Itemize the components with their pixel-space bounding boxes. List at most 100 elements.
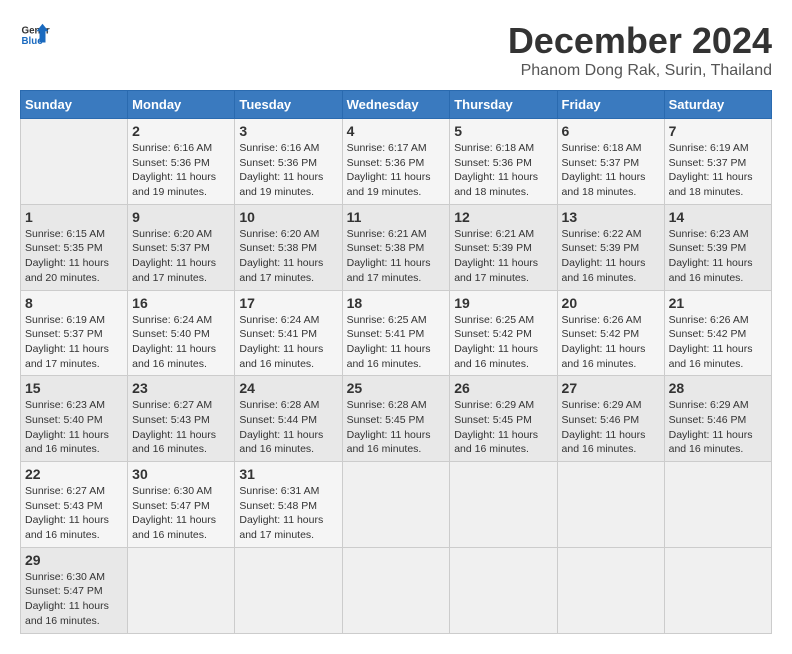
day-number: 14 xyxy=(669,209,767,225)
day-detail: Sunrise: 6:25 AM Sunset: 5:41 PM Dayligh… xyxy=(347,313,446,372)
calendar-header-row: SundayMondayTuesdayWednesdayThursdayFrid… xyxy=(21,91,772,119)
calendar-cell: 4 Sunrise: 6:17 AM Sunset: 5:36 PM Daylig… xyxy=(342,119,450,205)
calendar-cell: 14 Sunrise: 6:23 AM Sunset: 5:39 PM Dayli… xyxy=(664,204,771,290)
day-number: 10 xyxy=(239,209,337,225)
day-detail: Sunrise: 6:17 AM Sunset: 5:36 PM Dayligh… xyxy=(347,141,446,200)
calendar-cell xyxy=(342,547,450,633)
day-number: 9 xyxy=(132,209,230,225)
calendar-cell: 29 Sunrise: 6:30 AM Sunset: 5:47 PM Dayli… xyxy=(21,547,128,633)
day-detail: Sunrise: 6:26 AM Sunset: 5:42 PM Dayligh… xyxy=(669,313,767,372)
day-number: 24 xyxy=(239,380,337,396)
day-number: 22 xyxy=(25,466,123,482)
day-number: 4 xyxy=(347,123,446,139)
page-subtitle: Phanom Dong Rak, Surin, Thailand xyxy=(508,62,772,80)
day-number: 23 xyxy=(132,380,230,396)
title-area: December 2024 Phanom Dong Rak, Surin, Th… xyxy=(508,20,772,80)
calendar-week-row: 15 Sunrise: 6:23 AM Sunset: 5:40 PM Dayli… xyxy=(21,376,772,462)
day-number: 15 xyxy=(25,380,123,396)
calendar-cell xyxy=(21,119,128,205)
day-number: 16 xyxy=(132,295,230,311)
calendar-cell xyxy=(128,547,235,633)
day-detail: Sunrise: 6:27 AM Sunset: 5:43 PM Dayligh… xyxy=(132,398,230,457)
day-number: 25 xyxy=(347,380,446,396)
day-detail: Sunrise: 6:20 AM Sunset: 5:37 PM Dayligh… xyxy=(132,227,230,286)
calendar-cell xyxy=(557,462,664,548)
calendar-cell: 6 Sunrise: 6:18 AM Sunset: 5:37 PM Daylig… xyxy=(557,119,664,205)
calendar-cell xyxy=(235,547,342,633)
day-number: 18 xyxy=(347,295,446,311)
day-number: 27 xyxy=(562,380,660,396)
calendar-cell: 5Sunrise: 6:18 AM Sunset: 5:36 PM Daylig… xyxy=(450,119,557,205)
calendar-cell: 18 Sunrise: 6:25 AM Sunset: 5:41 PM Dayli… xyxy=(342,290,450,376)
day-detail: Sunrise: 6:18 AM Sunset: 5:37 PM Dayligh… xyxy=(562,141,660,200)
calendar-day-header: Saturday xyxy=(664,91,771,119)
calendar-week-row: 1 Sunrise: 6:15 AM Sunset: 5:35 PM Daylig… xyxy=(21,204,772,290)
day-number: 1 xyxy=(25,209,123,225)
calendar-cell xyxy=(664,547,771,633)
calendar-cell: 20 Sunrise: 6:26 AM Sunset: 5:42 PM Dayli… xyxy=(557,290,664,376)
calendar-cell: 11Sunrise: 6:21 AM Sunset: 5:38 PM Dayli… xyxy=(342,204,450,290)
calendar-cell: 28Sunrise: 6:29 AM Sunset: 5:46 PM Dayli… xyxy=(664,376,771,462)
calendar-week-row: 2 Sunrise: 6:16 AM Sunset: 5:36 PM Daylig… xyxy=(21,119,772,205)
day-detail: Sunrise: 6:24 AM Sunset: 5:41 PM Dayligh… xyxy=(239,313,337,372)
day-detail: Sunrise: 6:20 AM Sunset: 5:38 PM Dayligh… xyxy=(239,227,337,286)
day-number: 2 xyxy=(132,123,230,139)
calendar-day-header: Tuesday xyxy=(235,91,342,119)
day-detail: Sunrise: 6:22 AM Sunset: 5:39 PM Dayligh… xyxy=(562,227,660,286)
calendar-table: SundayMondayTuesdayWednesdayThursdayFrid… xyxy=(20,90,772,634)
calendar-cell: 23 Sunrise: 6:27 AM Sunset: 5:43 PM Dayli… xyxy=(128,376,235,462)
day-detail: Sunrise: 6:16 AM Sunset: 5:36 PM Dayligh… xyxy=(239,141,337,200)
day-detail: Sunrise: 6:30 AM Sunset: 5:47 PM Dayligh… xyxy=(132,484,230,543)
day-detail: Sunrise: 6:25 AM Sunset: 5:42 PM Dayligh… xyxy=(454,313,552,372)
calendar-day-header: Monday xyxy=(128,91,235,119)
calendar-cell xyxy=(664,462,771,548)
day-detail: Sunrise: 6:26 AM Sunset: 5:42 PM Dayligh… xyxy=(562,313,660,372)
calendar-day-header: Wednesday xyxy=(342,91,450,119)
day-detail: Sunrise: 6:29 AM Sunset: 5:46 PM Dayligh… xyxy=(562,398,660,457)
day-number: 30 xyxy=(132,466,230,482)
day-number: 6 xyxy=(562,123,660,139)
header: General Blue December 2024 Phanom Dong R… xyxy=(20,20,772,80)
calendar-cell: 15 Sunrise: 6:23 AM Sunset: 5:40 PM Dayli… xyxy=(21,376,128,462)
day-number: 17 xyxy=(239,295,337,311)
day-detail: Sunrise: 6:30 AM Sunset: 5:47 PM Dayligh… xyxy=(25,570,123,629)
day-detail: Sunrise: 6:23 AM Sunset: 5:39 PM Dayligh… xyxy=(669,227,767,286)
logo-icon: General Blue xyxy=(20,20,50,50)
calendar-cell: 25 Sunrise: 6:28 AM Sunset: 5:45 PM Dayli… xyxy=(342,376,450,462)
day-number: 21 xyxy=(669,295,767,311)
calendar-cell: 12Sunrise: 6:21 AM Sunset: 5:39 PM Dayli… xyxy=(450,204,557,290)
day-number: 31 xyxy=(239,466,337,482)
day-detail: Sunrise: 6:19 AM Sunset: 5:37 PM Dayligh… xyxy=(25,313,123,372)
calendar-cell: 31Sunrise: 6:31 AM Sunset: 5:48 PM Dayli… xyxy=(235,462,342,548)
calendar-week-row: 29 Sunrise: 6:30 AM Sunset: 5:47 PM Dayli… xyxy=(21,547,772,633)
day-detail: Sunrise: 6:28 AM Sunset: 5:44 PM Dayligh… xyxy=(239,398,337,457)
day-number: 20 xyxy=(562,295,660,311)
day-number: 5 xyxy=(454,123,552,139)
calendar-cell: 26Sunrise: 6:29 AM Sunset: 5:45 PM Dayli… xyxy=(450,376,557,462)
calendar-cell: 2 Sunrise: 6:16 AM Sunset: 5:36 PM Daylig… xyxy=(128,119,235,205)
page-title: December 2024 xyxy=(508,20,772,62)
logo: General Blue xyxy=(20,20,50,50)
calendar-cell: 9 Sunrise: 6:20 AM Sunset: 5:37 PM Daylig… xyxy=(128,204,235,290)
calendar-cell xyxy=(557,547,664,633)
calendar-cell: 8Sunrise: 6:19 AM Sunset: 5:37 PM Daylig… xyxy=(21,290,128,376)
day-number: 12 xyxy=(454,209,552,225)
day-number: 28 xyxy=(669,380,767,396)
calendar-week-row: 22 Sunrise: 6:27 AM Sunset: 5:43 PM Dayli… xyxy=(21,462,772,548)
day-detail: Sunrise: 6:19 AM Sunset: 5:37 PM Dayligh… xyxy=(669,141,767,200)
calendar-cell: 21 Sunrise: 6:26 AM Sunset: 5:42 PM Dayli… xyxy=(664,290,771,376)
day-detail: Sunrise: 6:23 AM Sunset: 5:40 PM Dayligh… xyxy=(25,398,123,457)
day-detail: Sunrise: 6:27 AM Sunset: 5:43 PM Dayligh… xyxy=(25,484,123,543)
calendar-cell: 17 Sunrise: 6:24 AM Sunset: 5:41 PM Dayli… xyxy=(235,290,342,376)
calendar-day-header: Thursday xyxy=(450,91,557,119)
calendar-cell: 24 Sunrise: 6:28 AM Sunset: 5:44 PM Dayli… xyxy=(235,376,342,462)
day-detail: Sunrise: 6:16 AM Sunset: 5:36 PM Dayligh… xyxy=(132,141,230,200)
calendar-cell: 10 Sunrise: 6:20 AM Sunset: 5:38 PM Dayli… xyxy=(235,204,342,290)
day-number: 29 xyxy=(25,552,123,568)
day-detail: Sunrise: 6:28 AM Sunset: 5:45 PM Dayligh… xyxy=(347,398,446,457)
day-number: 19 xyxy=(454,295,552,311)
day-detail: Sunrise: 6:15 AM Sunset: 5:35 PM Dayligh… xyxy=(25,227,123,286)
calendar-cell: 13 Sunrise: 6:22 AM Sunset: 5:39 PM Dayli… xyxy=(557,204,664,290)
calendar-cell: 3Sunrise: 6:16 AM Sunset: 5:36 PM Daylig… xyxy=(235,119,342,205)
day-number: 13 xyxy=(562,209,660,225)
